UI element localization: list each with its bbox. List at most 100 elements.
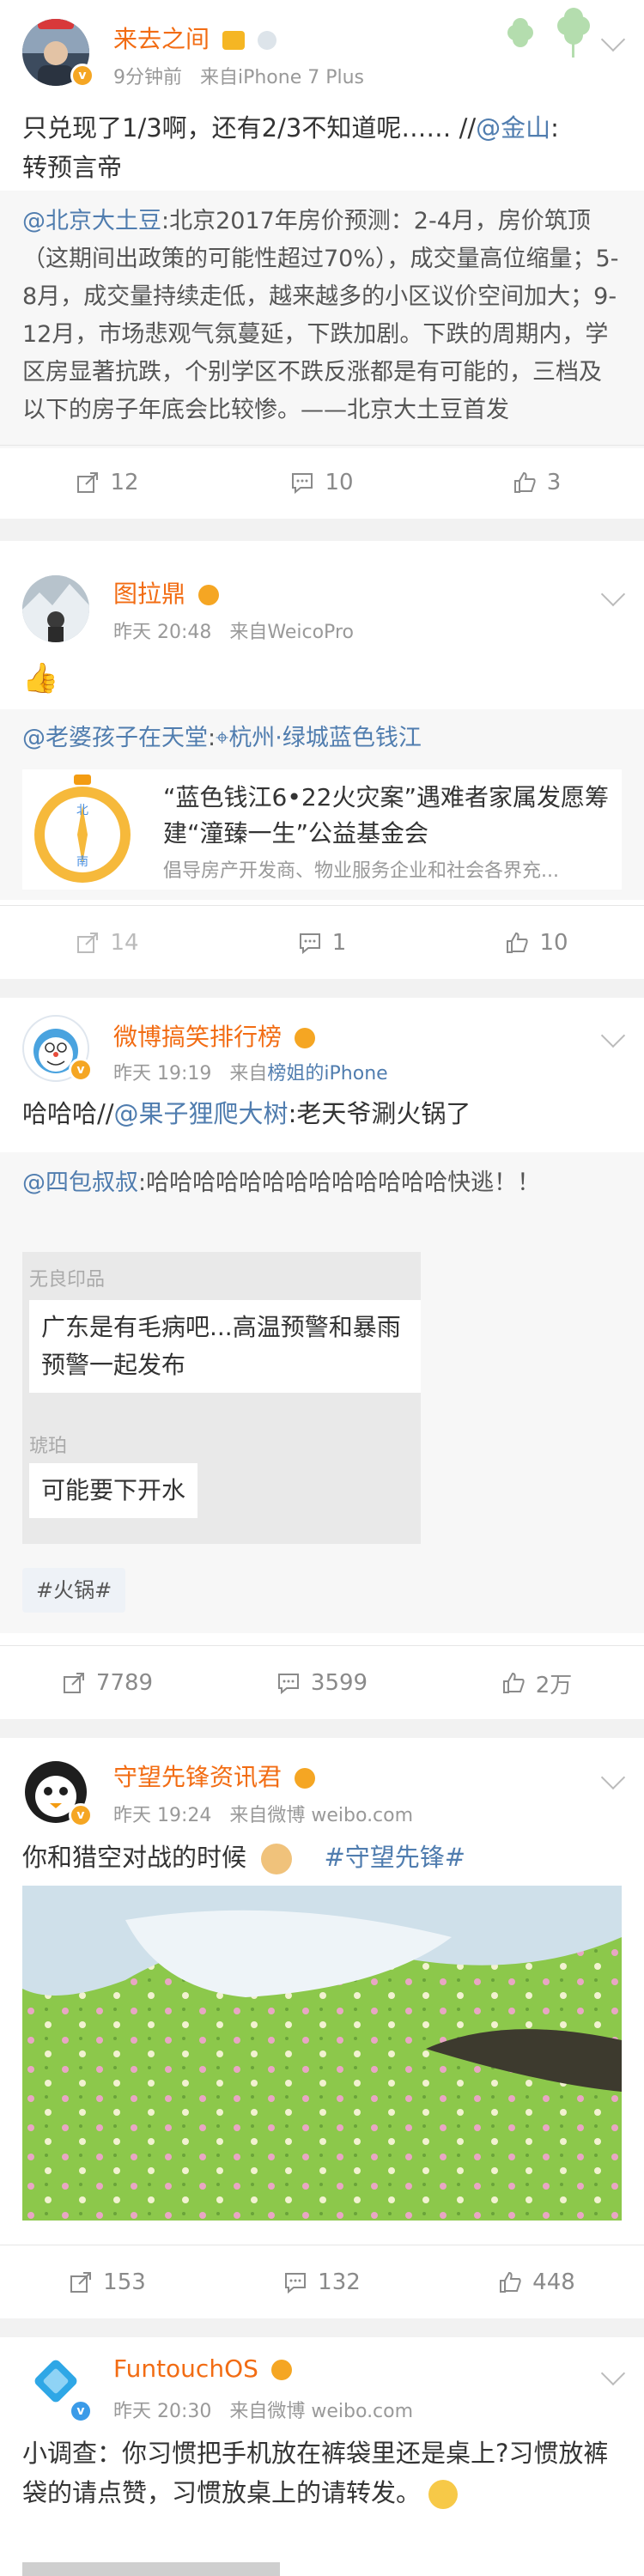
topic-link[interactable]: #守望先锋# [324,1843,465,1872]
like-button[interactable]: 2万 [429,1646,644,1720]
more-menu-chevron-icon[interactable] [600,1023,626,1048]
post-meta: 昨天 20:30 来自微博 weibo.com [113,2396,413,2423]
mention-link[interactable]: @果子狸爬大树 [114,1099,289,1128]
username-text[interactable]: 来去之间 [113,25,210,53]
repost-button[interactable]: 153 [0,2245,215,2319]
topic-tag[interactable]: #火锅# [22,1568,126,1613]
comment-icon [285,2273,307,2294]
post-image-preview[interactable] [22,2562,280,2576]
comment-icon [277,1674,299,1695]
post-image[interactable] [22,1886,622,2221]
mention-link[interactable]: @四包叔叔 [22,1170,138,1196]
comment-count: 132 [318,2269,361,2295]
reposted-text: @北京大土豆:北京2017年房价预测：2-4月，房价筑顶（这期间出政策的可能性超… [22,203,622,429]
repost-count: 14 [110,930,139,956]
vip-crown-icon [222,31,245,50]
post-card: v FuntouchOS 昨天 20:30 来自微博 weibo.com 小调查… [0,2337,644,2576]
more-menu-chevron-icon[interactable] [600,1765,626,1790]
repost-count: 7789 [95,1670,154,1696]
post-time: 昨天 20:48 [113,622,212,643]
image-content [22,1886,622,2221]
action-bar: 14 1 10 [0,905,644,979]
reposted-content[interactable]: @四包叔叔:哈哈哈哈哈哈哈哈哈哈哈哈哈快逃！！ 无良印品 广东是有毛病吧...高… [0,1152,644,1633]
repost-icon [63,1673,84,1693]
post-body-end: :老天爷涮火锅了 [288,1099,471,1128]
like-count: 448 [532,2269,575,2295]
username-text[interactable]: FuntouchOS [113,2354,258,2383]
more-menu-chevron-icon[interactable] [600,581,626,607]
repost-button[interactable]: 14 [0,906,215,980]
action-bar: 153 132 448 [0,2245,644,2318]
username[interactable]: 守望先锋资讯君 [113,1759,315,1793]
image-bubble-2: 可能要下开水 [29,1463,198,1518]
post-meta: 昨天 19:24 来自微博 weibo.com [113,1800,413,1827]
username[interactable]: 微博搞笑排行榜 [113,1018,315,1053]
post-source: 来自微博 weibo.com [229,2401,414,2422]
repost-count: 12 [110,470,139,495]
username-text[interactable]: 微博搞笑排行榜 [113,1023,282,1051]
post-card: v 守望先锋资讯君 昨天 19:24 来自微博 weibo.com 你和猎空对战… [0,1738,644,2318]
username-text[interactable]: 图拉鼎 [113,580,185,608]
repost-button[interactable]: 7789 [0,1646,215,1720]
post-body-text: 小调查：你习惯把手机放在裤袋里还是桌上?习惯放裤袋的请点赞，习惯放桌上的请转发。 [22,2439,609,2507]
reposted-content[interactable]: @北京大土豆:北京2017年房价预测：2-4月，房价筑顶（这期间出政策的可能性超… [0,191,644,448]
vip-badge-icon [197,585,219,605]
comment-button[interactable]: 132 [215,2245,429,2319]
post-card: 图拉鼎 昨天 20:48 来自WeicoPro 👍 @老婆孩子在天堂:⌖杭州·绿… [0,541,644,979]
mention-link[interactable]: @老婆孩子在天堂 [22,725,208,751]
location-link[interactable]: 杭州·绿城蓝色钱江 [228,725,422,751]
action-bar: 7789 3599 2万 [0,1645,644,1719]
clover-decoration-icon [507,8,590,58]
username[interactable]: FuntouchOS [113,2354,292,2383]
image-bubble-1: 广东是有毛病吧...高温预警和暴雨预警一起发布 [29,1300,421,1393]
post-meta: 9分钟前 来自iPhone 7 Plus [113,62,364,89]
post-time: 昨天 20:30 [113,2401,212,2422]
username[interactable]: 图拉鼎 [113,575,219,610]
like-button[interactable]: 10 [429,906,644,980]
post-time: 9分钟前 [113,67,182,88]
mention-link[interactable]: @北京大土豆 [22,208,161,234]
more-menu-chevron-icon[interactable] [600,27,626,52]
cat-emoji-icon [261,1844,293,1874]
like-count: 2万 [535,1672,573,1698]
image-label-1: 无良印品 [29,1269,106,1291]
post-meta: 昨天 20:48 来自WeicoPro [113,617,354,644]
weibo-feed: v 来去之间 9分钟前 来自iPhone 7 Plus 只兑现了1/3啊，还有2… [0,0,644,2576]
reposted-text: @老婆孩子在天堂:⌖杭州·绿城蓝色钱江 [22,725,422,751]
post-image[interactable]: 无良印品 广东是有毛病吧...高温预警和暴雨预警一起发布 琥珀 可能要下开水 [22,1252,421,1544]
post-source-link[interactable]: 榜姐的iPhone [267,1063,387,1084]
verified-badge-icon: v [70,64,94,88]
post-source: 来自WeicoPro [229,622,354,643]
comment-button[interactable]: 1 [215,906,429,980]
comment-button[interactable]: 10 [215,446,429,519]
username[interactable]: 来去之间 [113,21,276,55]
verified-badge-icon: v [69,1058,93,1082]
comment-button[interactable]: 3599 [215,1646,429,1720]
more-menu-chevron-icon[interactable] [600,2360,626,2386]
like-button[interactable]: 448 [429,2245,644,2319]
post-body-end: : [550,113,559,143]
repost-icon [77,933,99,953]
post-meta: 昨天 19:19 来自榜姐的iPhone [113,1058,388,1085]
repost-count: 153 [103,2269,146,2295]
link-card[interactable]: 北 南 “蓝色钱江6•22火灾案”遇难者家属发愿筹建“潼臻一生”公益基金会 倡导… [22,769,622,890]
vip-badge-icon [294,1028,315,1048]
repost-button[interactable]: 12 [0,446,215,519]
post-body: 只兑现了1/3啊，还有2/3不知道呢…… //@金山: 转预言帝 [22,108,622,187]
like-thumb-icon [507,932,529,953]
verified-badge-icon: v [69,1803,93,1827]
like-button[interactable]: 3 [429,446,644,519]
mention-link[interactable]: @金山 [476,113,550,143]
post-source: 来自iPhone 7 Plus [199,67,365,88]
avatar[interactable] [22,575,89,642]
post-body: 小调查：你习惯把手机放在裤袋里还是桌上?习惯放裤袋的请点赞，习惯放桌上的请转发。 [22,2433,622,2512]
level-icon [257,31,276,50]
comment-icon [299,933,320,955]
post-time: 昨天 19:19 [113,1063,212,1084]
comment-icon [292,473,313,495]
verified-badge-icon: v [69,2399,93,2423]
action-bar: 12 10 3 [0,445,644,519]
comment-count: 10 [325,470,354,495]
username-text[interactable]: 守望先锋资讯君 [113,1763,282,1791]
reposted-content[interactable]: @老婆孩子在天堂:⌖杭州·绿城蓝色钱江 北 南 “蓝色钱江6•22火灾案”遇难者… [0,709,644,900]
